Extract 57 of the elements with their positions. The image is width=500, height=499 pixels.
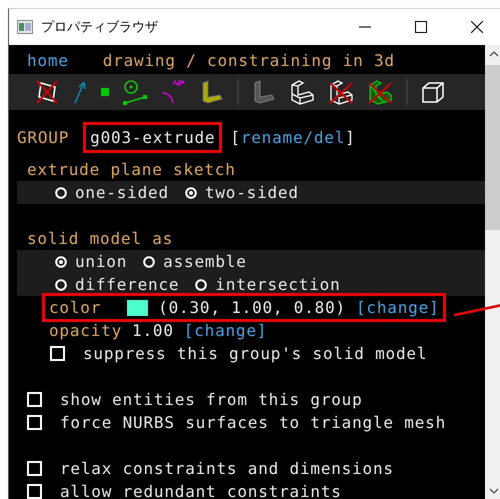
radio-label: assemble [163, 251, 247, 273]
group-name: g003-extrude [83, 122, 222, 152]
radio-button[interactable] [195, 278, 208, 290]
opacity-value: 1.00 [132, 320, 174, 342]
opacity-label: opacity [49, 320, 122, 342]
checkbox[interactable] [27, 461, 42, 476]
radio-button[interactable] [143, 256, 156, 268]
wireframe-solid-icon[interactable] [289, 79, 315, 105]
radio-button[interactable] [55, 256, 67, 268]
radio-button[interactable] [55, 186, 67, 198]
section-title: solid model as [26, 228, 174, 250]
bracket: ] [345, 126, 356, 148]
workplane-crossed-icon[interactable] [35, 79, 59, 105]
section-title: extrude plane sketch [26, 159, 237, 181]
window-title: プロパティブラウザ [41, 19, 158, 36]
mesh-crossed-icon[interactable] [367, 79, 393, 105]
scrollbar[interactable] [485, 45, 500, 499]
radio-button[interactable] [55, 278, 67, 290]
separator: / [303, 126, 314, 148]
app-icon [17, 20, 33, 34]
radio-label: two-sided [204, 182, 299, 204]
checkbox-label: suppress this group's solid model [83, 343, 428, 365]
close-icon[interactable] [471, 21, 483, 33]
checkbox-label: allow redundant constraints [60, 481, 342, 499]
checkbox[interactable] [27, 484, 42, 499]
bracket: [ [230, 126, 241, 148]
checkbox[interactable] [50, 346, 65, 361]
radio-label: union [75, 251, 128, 273]
checkbox-label: relax constraints and dimensions [60, 458, 394, 480]
color-value: (0.30, 1.00, 0.80) [158, 297, 346, 319]
checkbox-label: show entities from this group [60, 389, 363, 411]
checkbox[interactable] [27, 415, 42, 430]
radio-label: one-sided [75, 182, 169, 204]
scroll-thumb[interactable] [485, 65, 500, 230]
delete-link[interactable]: del [314, 126, 346, 148]
shaded-solid-icon[interactable] [252, 79, 276, 105]
rename-link[interactable]: rename [240, 126, 304, 148]
maximize-icon[interactable] [415, 21, 427, 33]
breadcrumb: drawing / constraining in 3d [102, 50, 395, 72]
angle-icon[interactable] [161, 79, 187, 105]
scroll-down-icon[interactable] [488, 488, 498, 494]
radio-label: intersection [215, 274, 341, 296]
cube-icon[interactable] [421, 80, 445, 104]
checkbox[interactable] [27, 392, 42, 407]
group-label: GROUP [17, 126, 70, 148]
color-label: color [49, 297, 102, 319]
scroll-up-icon[interactable] [488, 51, 498, 57]
solid-block-icon[interactable] [200, 79, 224, 105]
radio-button[interactable] [184, 186, 197, 198]
radio-label: difference [75, 274, 180, 296]
circle-line-icon[interactable] [122, 79, 148, 105]
change-link[interactable]: [change] [356, 296, 440, 319]
wireframe-crossed-icon[interactable] [328, 79, 354, 105]
arrow-icon[interactable] [72, 79, 88, 105]
checkbox-label: force NURBS surfaces to triangle mesh [60, 412, 446, 434]
home-link[interactable]: home [27, 49, 69, 72]
change-link[interactable]: [change] [184, 319, 268, 342]
